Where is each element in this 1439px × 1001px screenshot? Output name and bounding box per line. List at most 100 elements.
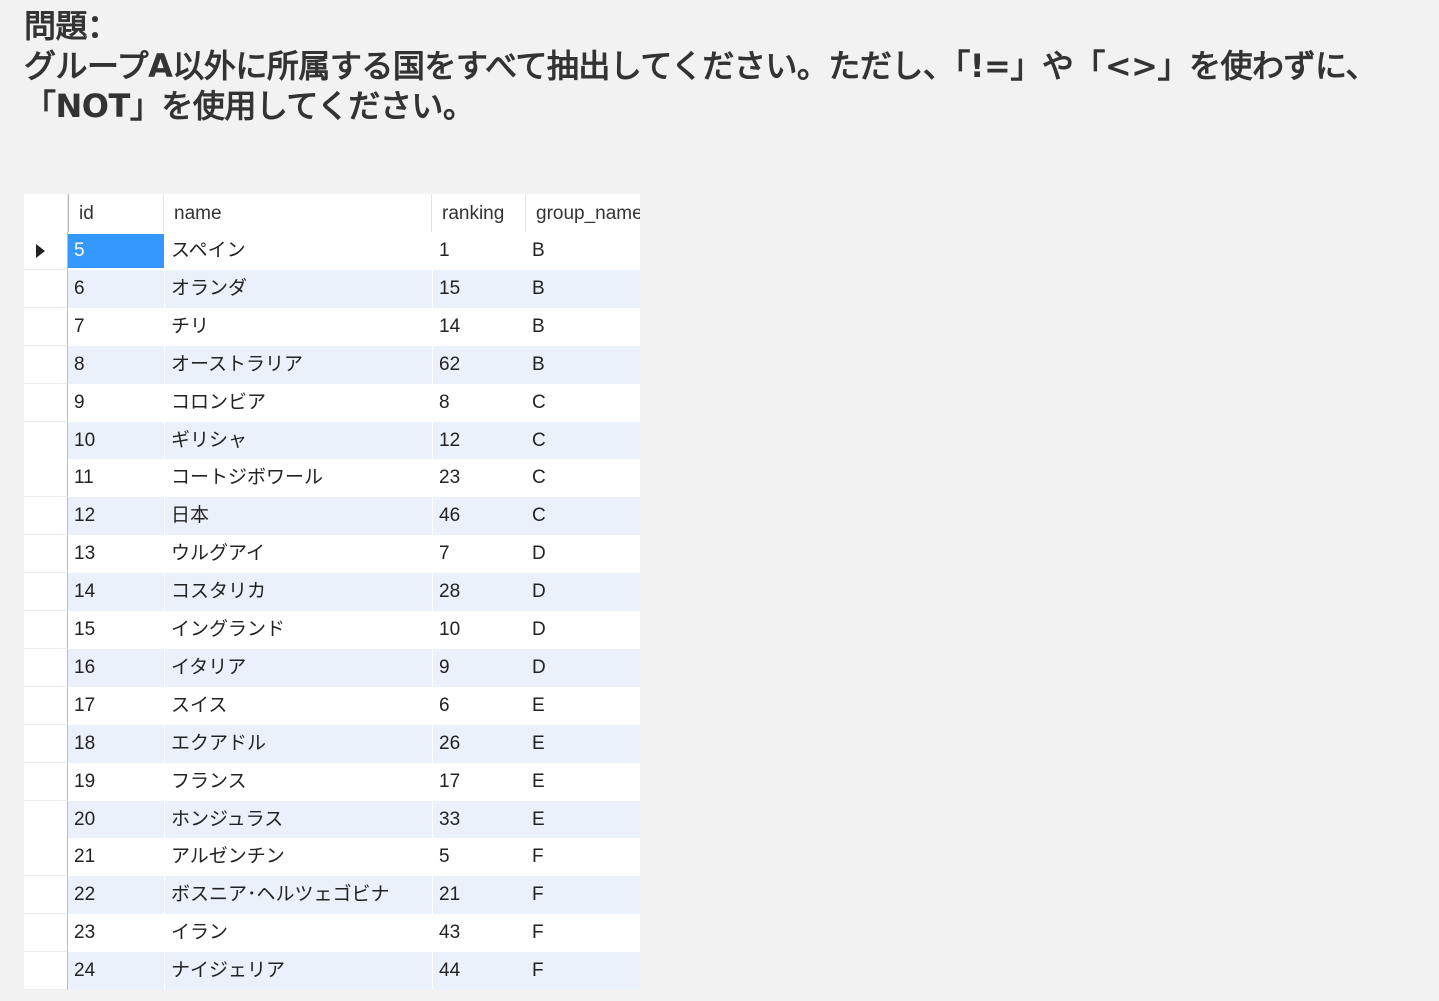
table-row[interactable]: 11 コートジボワール 23 C (24, 459, 640, 498)
row-selector[interactable] (24, 269, 68, 308)
cell-name[interactable]: ナイジェリア (164, 952, 432, 990)
cell-id[interactable]: 10 (68, 422, 164, 460)
row-selector[interactable] (24, 459, 68, 498)
table-row[interactable]: 9 コロンビア 8 C (24, 383, 640, 422)
table-row[interactable]: 13 ウルグアイ 7 D (24, 535, 640, 574)
cell-ranking[interactable]: 7 (432, 535, 526, 574)
cell-id[interactable]: 21 (68, 838, 164, 876)
cell-id[interactable]: 19 (68, 763, 164, 801)
cell-name[interactable]: イングランド (164, 611, 432, 649)
cell-id[interactable]: 12 (68, 497, 164, 535)
table-row[interactable]: 16 イタリア 9 D (24, 648, 640, 687)
cell-name[interactable]: イラン (164, 914, 432, 953)
cell-id[interactable]: 14 (68, 573, 164, 611)
table-row[interactable]: 14 コスタリカ 28 D (24, 573, 640, 612)
cell-name[interactable]: コスタリカ (164, 573, 432, 612)
row-selector[interactable] (24, 307, 68, 346)
cell-ranking[interactable]: 17 (432, 762, 526, 801)
cell-group-name[interactable]: E (526, 725, 640, 763)
row-selector[interactable] (24, 648, 68, 687)
cell-ranking[interactable]: 26 (432, 724, 526, 763)
cell-ranking[interactable]: 33 (432, 800, 526, 839)
row-selector[interactable] (24, 952, 68, 990)
cell-name[interactable]: ホンジュラス (164, 800, 432, 839)
cell-group-name[interactable]: C (526, 497, 640, 535)
cell-group-name[interactable]: F (526, 952, 640, 990)
cell-id[interactable]: 11 (68, 459, 164, 497)
table-row[interactable]: 24 ナイジェリア 44 F (24, 952, 640, 990)
cell-id[interactable]: 16 (68, 649, 164, 687)
cell-group-name[interactable]: E (526, 763, 640, 801)
cell-id[interactable]: 8 (68, 346, 164, 384)
cell-group-name[interactable]: D (526, 649, 640, 687)
cell-group-name[interactable]: F (526, 838, 640, 876)
row-selector[interactable] (24, 800, 68, 839)
cell-group-name[interactable]: B (526, 270, 640, 308)
row-selector[interactable] (24, 421, 68, 460)
cell-name[interactable]: オランダ (164, 269, 432, 308)
cell-group-name[interactable]: D (526, 611, 640, 649)
cell-ranking[interactable]: 12 (432, 421, 526, 460)
cell-name[interactable]: アルゼンチン (164, 838, 432, 877)
cell-id[interactable]: 24 (68, 952, 164, 990)
cell-ranking[interactable]: 8 (432, 383, 526, 422)
cell-group-name[interactable]: C (526, 422, 640, 460)
cell-name[interactable]: チリ (164, 307, 432, 346)
table-row[interactable]: 23 イラン 43 F (24, 914, 640, 953)
cell-name[interactable]: 日本 (164, 497, 432, 536)
cell-id[interactable]: 20 (68, 801, 164, 839)
cell-id[interactable]: 5 (68, 234, 164, 268)
row-selector[interactable] (24, 686, 68, 725)
cell-name[interactable]: スペイン (164, 232, 432, 270)
cell-id[interactable]: 13 (68, 535, 164, 573)
cell-name[interactable]: ギリシャ (164, 421, 432, 460)
row-selector[interactable] (24, 762, 68, 801)
table-row[interactable]: 7 チリ 14 B (24, 307, 640, 346)
cell-ranking[interactable]: 62 (432, 345, 526, 384)
table-row[interactable]: 21 アルゼンチン 5 F (24, 838, 640, 877)
table-row[interactable]: 12 日本 46 C (24, 497, 640, 536)
column-header-ranking[interactable]: ranking (432, 194, 526, 232)
cell-name[interactable]: イタリア (164, 648, 432, 687)
column-header-id[interactable]: id (68, 194, 164, 232)
cell-group-name[interactable]: F (526, 876, 640, 914)
cell-ranking[interactable]: 5 (432, 838, 526, 877)
cell-ranking[interactable]: 23 (432, 459, 526, 498)
cell-name[interactable]: フランス (164, 762, 432, 801)
cell-id[interactable]: 18 (68, 725, 164, 763)
cell-group-name[interactable]: B (526, 308, 640, 346)
cell-name[interactable]: オーストラリア (164, 345, 432, 384)
cell-ranking[interactable]: 1 (432, 232, 526, 270)
cell-ranking[interactable]: 21 (432, 876, 526, 915)
cell-group-name[interactable]: E (526, 687, 640, 725)
cell-id[interactable]: 17 (68, 687, 164, 725)
cell-ranking[interactable]: 46 (432, 497, 526, 536)
cell-group-name[interactable]: B (526, 232, 640, 270)
row-selector-header[interactable] (24, 194, 68, 232)
row-selector[interactable] (24, 838, 68, 877)
cell-group-name[interactable]: D (526, 573, 640, 611)
table-row[interactable]: 22 ボスニア･ヘルツェゴビナ 21 F (24, 876, 640, 915)
cell-group-name[interactable]: C (526, 459, 640, 497)
table-row[interactable]: 6 オランダ 15 B (24, 269, 640, 308)
table-row[interactable]: 18 エクアドル 26 E (24, 724, 640, 763)
cell-group-name[interactable]: E (526, 801, 640, 839)
row-selector[interactable] (24, 232, 68, 270)
cell-name[interactable]: ウルグアイ (164, 535, 432, 574)
row-selector[interactable] (24, 573, 68, 612)
table-row[interactable]: 15 イングランド 10 D (24, 611, 640, 649)
row-selector[interactable] (24, 611, 68, 649)
table-row[interactable]: 10 ギリシャ 12 C (24, 421, 640, 460)
cell-name[interactable]: コートジボワール (164, 459, 432, 498)
row-selector[interactable] (24, 876, 68, 915)
row-selector[interactable] (24, 724, 68, 763)
cell-ranking[interactable]: 9 (432, 648, 526, 687)
row-selector[interactable] (24, 383, 68, 422)
table-row[interactable]: 5 スペイン 1 B (24, 232, 640, 270)
cell-group-name[interactable]: B (526, 346, 640, 384)
cell-ranking[interactable]: 15 (432, 269, 526, 308)
cell-name[interactable]: コロンビア (164, 383, 432, 422)
cell-id[interactable]: 23 (68, 914, 164, 952)
row-selector[interactable] (24, 914, 68, 953)
cell-id[interactable]: 6 (68, 270, 164, 308)
